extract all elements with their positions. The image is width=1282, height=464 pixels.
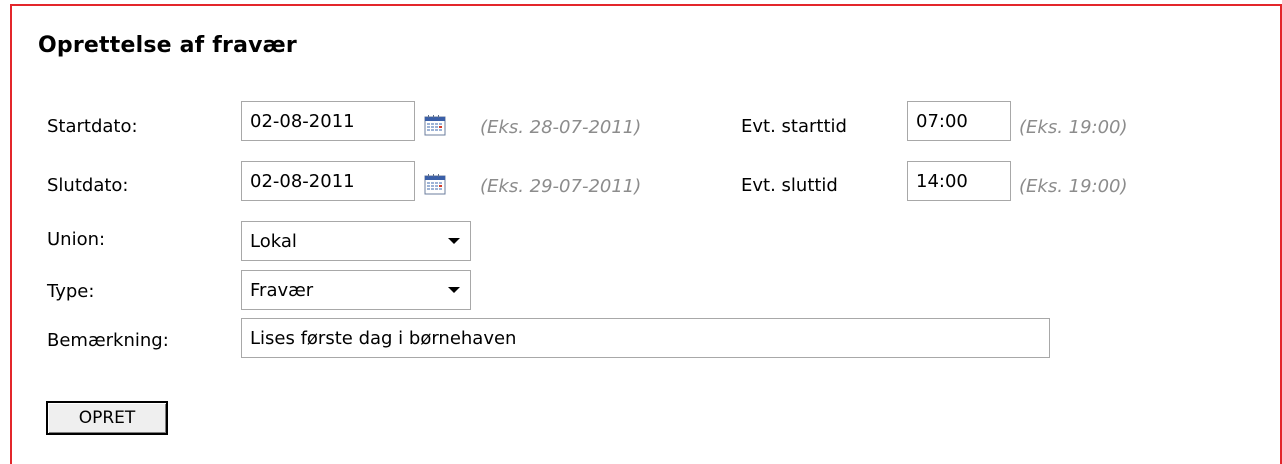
slutdato-input[interactable]: 02-08-2011 [241,161,415,201]
union-select[interactable]: Lokal [241,221,471,261]
union-selected-value: Lokal [250,230,297,252]
page-title: Oprettelse af fravær [38,33,297,58]
starttid-label: Evt. starttid [741,116,847,137]
calendar-icon[interactable] [424,114,446,136]
opret-button[interactable]: OPRET [46,401,168,435]
form-panel [10,4,1282,464]
sluttid-hint: (Eks. 19:00) [1019,176,1128,197]
slutdato-hint: (Eks. 29-07-2011) [480,176,642,197]
bemaerkning-label: Bemærkning: [47,330,169,351]
union-label: Union: [47,229,106,250]
sluttid-label: Evt. sluttid [741,175,838,196]
chevron-down-icon [448,238,460,244]
starttid-hint: (Eks. 19:00) [1019,117,1128,138]
starttid-input[interactable]: 07:00 [907,101,1011,141]
startdato-hint: (Eks. 28-07-2011) [480,117,642,138]
startdato-label: Startdato: [47,116,138,137]
startdato-input[interactable]: 02-08-2011 [241,101,415,141]
sluttid-input[interactable]: 14:00 [907,161,1011,201]
type-selected-value: Fravær [250,279,314,301]
type-select[interactable]: Fravær [241,270,471,310]
chevron-down-icon [448,287,460,293]
calendar-icon[interactable] [424,173,446,195]
bemaerkning-input[interactable]: Lises første dag i børnehaven [241,318,1050,358]
type-label: Type: [47,281,95,302]
slutdato-label: Slutdato: [47,175,129,196]
